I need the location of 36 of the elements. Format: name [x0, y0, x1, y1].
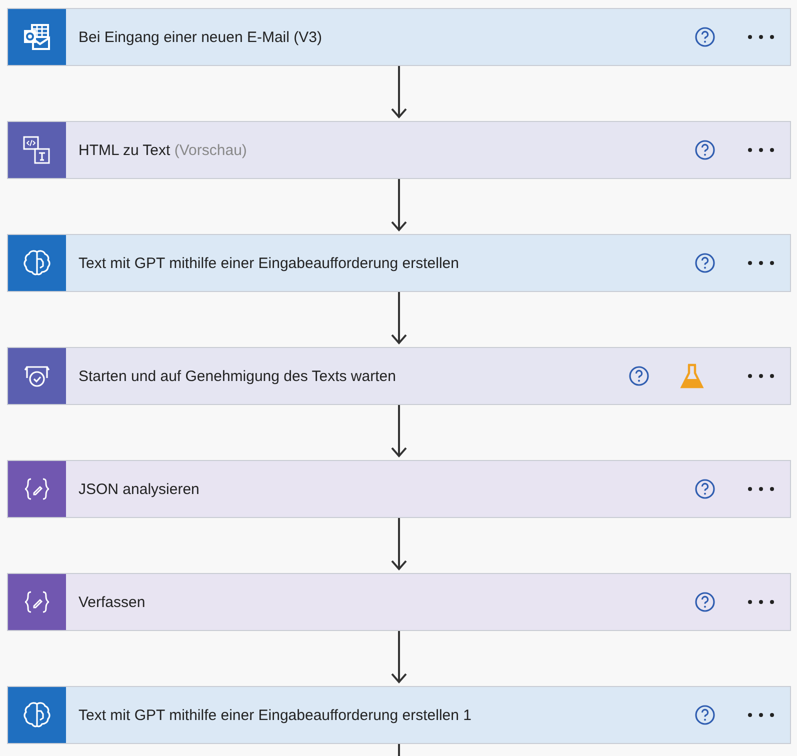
- action-title: HTML zu Text (Vorschau): [78, 142, 248, 158]
- action-card[interactable]: Verfassen: [6, 573, 790, 631]
- action-title: Text mit GPT mithilfe einer Eingabeaufforderung erstellen 1: [78, 706, 472, 724]
- more-icon[interactable]: [746, 146, 776, 154]
- more-icon[interactable]: [746, 598, 776, 606]
- connector-line: [396, 744, 400, 756]
- arrow-connector: [390, 292, 406, 347]
- help-icon[interactable]: [694, 26, 716, 48]
- action-title: JSON analysieren: [78, 480, 200, 498]
- help-icon[interactable]: [694, 139, 716, 161]
- code-to-text-icon: [20, 134, 52, 166]
- action-card[interactable]: Text mit GPT mithilfe einer Eingabeaufforderung erstellen: [6, 234, 790, 292]
- arrow-connector: [390, 518, 406, 573]
- help-icon[interactable]: [694, 252, 716, 274]
- arrow-connector: [390, 66, 406, 121]
- more-icon[interactable]: [746, 372, 776, 380]
- action-title: Starten und auf Genehmigung des Texts warten: [78, 368, 397, 384]
- action-title: Text mit GPT mithilfe einer Eingabeaufforderung erstellen: [78, 254, 460, 272]
- more-icon[interactable]: [746, 711, 776, 719]
- arrow-connector: [390, 631, 406, 686]
- help-icon[interactable]: [628, 365, 650, 387]
- action-title: Verfassen: [78, 594, 146, 610]
- action-card[interactable]: Bei Eingang einer neuen E-Mail (V3): [6, 8, 790, 66]
- help-icon[interactable]: [694, 591, 716, 613]
- action-card[interactable]: HTML zu Text (Vorschau): [6, 121, 790, 179]
- help-icon[interactable]: [694, 478, 716, 500]
- action-card[interactable]: Starten und auf Genehmigung des Texts warten: [6, 347, 790, 405]
- action-card[interactable]: Text mit GPT mithilfe einer Eingabeaufforderung erstellen 1: [6, 686, 790, 744]
- more-icon[interactable]: [746, 259, 776, 267]
- more-icon[interactable]: [746, 485, 776, 493]
- help-icon[interactable]: [694, 704, 716, 726]
- arrow-connector: [390, 405, 406, 460]
- arrow-connector: [390, 179, 406, 234]
- action-card[interactable]: JSON analysieren: [6, 460, 790, 518]
- action-title: Bei Eingang einer neuen E-Mail (V3): [78, 28, 323, 46]
- more-icon[interactable]: [746, 33, 776, 41]
